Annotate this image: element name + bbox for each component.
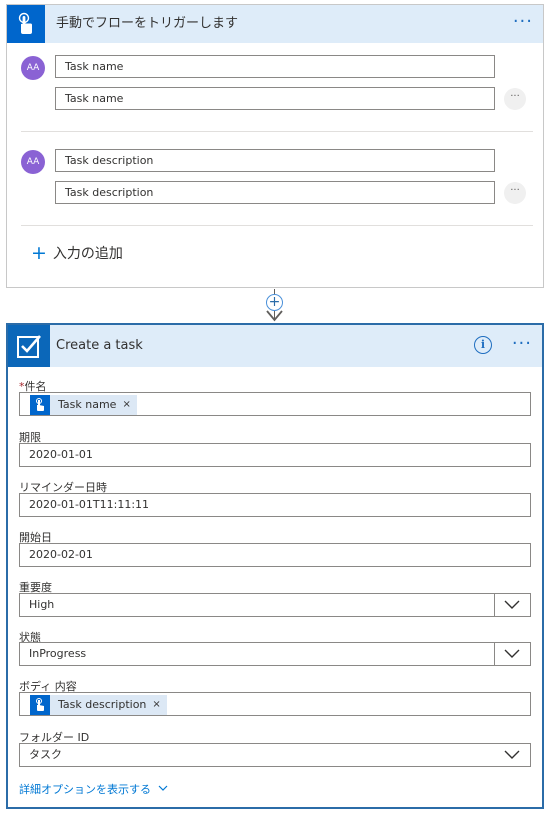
hand-touch-icon (7, 5, 45, 43)
folder-select[interactable]: タスク (19, 743, 531, 767)
action-header[interactable]: Create a task i ··· (8, 325, 542, 367)
input-more-button[interactable]: ··· (504, 88, 526, 110)
arrow-down-icon (266, 310, 283, 322)
token-label: Task description (58, 698, 147, 711)
hand-touch-icon (30, 695, 50, 715)
token-remove-button[interactable]: × (122, 394, 130, 416)
divider (21, 225, 533, 226)
advanced-options-label: 詳細オプションを表示する (19, 783, 151, 796)
token-label: Task name (58, 398, 117, 411)
checkbox-icon (8, 325, 50, 367)
plus-icon: + (31, 242, 47, 264)
add-input-label: 入力の追加 (52, 246, 123, 262)
due-field[interactable]: 2020-01-01 (19, 443, 531, 467)
importance-value: High (29, 598, 55, 611)
token-remove-button[interactable]: × (152, 694, 160, 716)
chevron-down-icon (158, 785, 167, 791)
input-description-field[interactable]: Task name (55, 87, 495, 110)
action-title: Create a task (56, 338, 143, 353)
text-input-avatar: AA (21, 56, 45, 80)
action-card: Create a task i ··· *件名 Task name × 期限 2… (6, 323, 544, 809)
reminder-field[interactable]: 2020-01-01T11:11:11 (19, 493, 531, 517)
subject-field[interactable]: Task name × (19, 392, 531, 416)
chevron-down-icon[interactable] (495, 643, 529, 665)
info-icon[interactable]: i (474, 336, 492, 354)
folder-value: タスク (29, 748, 62, 761)
input-name-field[interactable]: Task description (55, 149, 495, 172)
hand-touch-icon (30, 395, 50, 415)
input-description-field[interactable]: Task description (55, 181, 495, 204)
trigger-menu-button[interactable]: ··· (513, 5, 533, 43)
chevron-down-icon[interactable] (495, 744, 529, 766)
add-input-button[interactable]: + 入力の追加 (31, 241, 123, 265)
trigger-card: 手動でフローをトリガーします ··· AA Task name Task nam… (6, 4, 544, 288)
body-field[interactable]: Task description × (19, 692, 531, 716)
importance-select[interactable]: High (19, 593, 531, 617)
divider (21, 131, 533, 132)
chevron-down-icon[interactable] (495, 594, 529, 616)
start-field[interactable]: 2020-02-01 (19, 543, 531, 567)
text-input-avatar: AA (21, 150, 45, 174)
dynamic-content-token[interactable]: Task description × (30, 695, 167, 715)
input-more-button[interactable]: ··· (504, 182, 526, 204)
dynamic-content-token[interactable]: Task name × (30, 395, 137, 415)
input-name-field[interactable]: Task name (55, 55, 495, 78)
status-select[interactable]: InProgress (19, 642, 531, 666)
trigger-header[interactable]: 手動でフローをトリガーします ··· (7, 5, 543, 43)
status-value: InProgress (29, 647, 87, 660)
action-menu-button[interactable]: ··· (512, 325, 532, 367)
show-advanced-options-link[interactable]: 詳細オプションを表示する (19, 781, 168, 797)
trigger-title: 手動でフローをトリガーします (56, 16, 239, 31)
